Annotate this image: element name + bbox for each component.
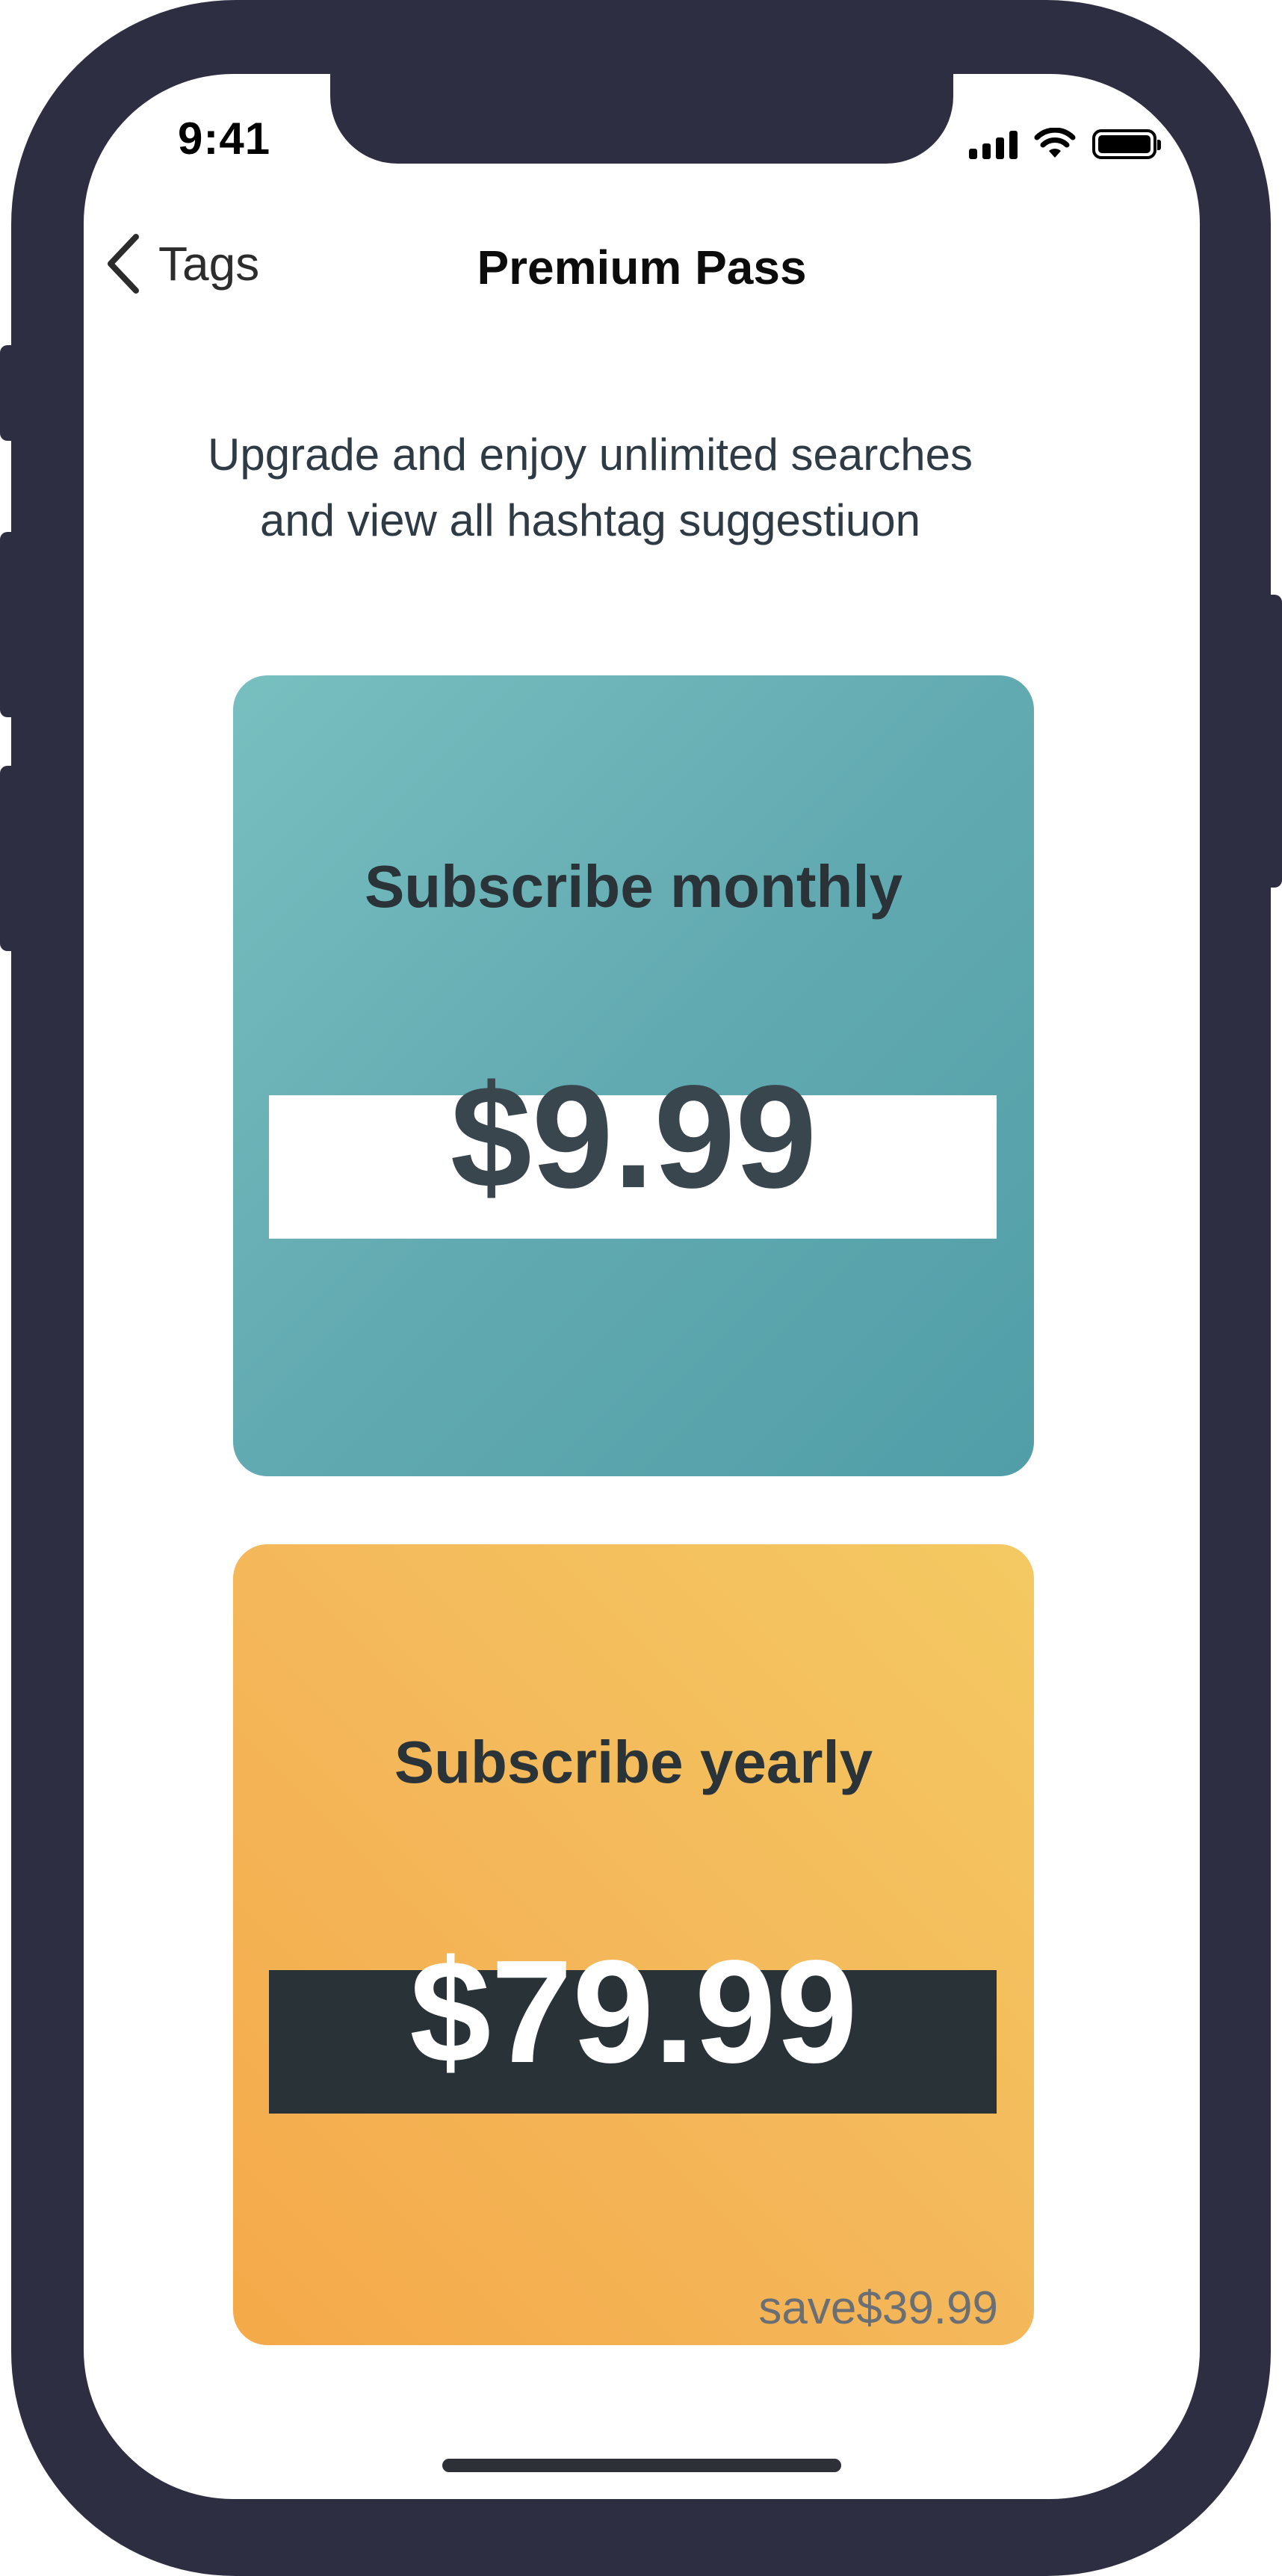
savings-label: save$39.99 — [758, 2282, 998, 2334]
mute-switch — [0, 345, 22, 441]
volume-down-button — [0, 766, 22, 951]
power-button — [1260, 595, 1282, 888]
plan-price: $9.99 — [450, 1055, 817, 1219]
subtitle-text: Upgrade and enjoy unlimited searches and… — [208, 430, 973, 545]
plan-price: $79.99 — [409, 1930, 858, 2093]
signal-icon — [969, 131, 1018, 159]
page-title: Premium Pass — [477, 241, 807, 294]
plan-title: Subscribe yearly — [394, 1729, 873, 1795]
monthly-plan-card[interactable]: Subscribe monthly $9.99 — [233, 675, 1034, 1476]
notch — [330, 74, 953, 164]
screen: 9:41 Tags Premium Pass Upgrade and enjoy… — [84, 74, 1200, 2499]
volume-up-button — [0, 532, 22, 717]
status-icons — [969, 128, 1161, 159]
status-time: 9:41 — [178, 114, 271, 164]
wifi-icon — [1034, 128, 1076, 158]
plan-title: Subscribe monthly — [364, 853, 903, 920]
battery-icon — [1092, 129, 1161, 159]
home-indicator[interactable] — [442, 2459, 841, 2472]
yearly-plan-card[interactable]: Subscribe yearly $79.99 save$39.99 — [233, 1544, 1034, 2345]
